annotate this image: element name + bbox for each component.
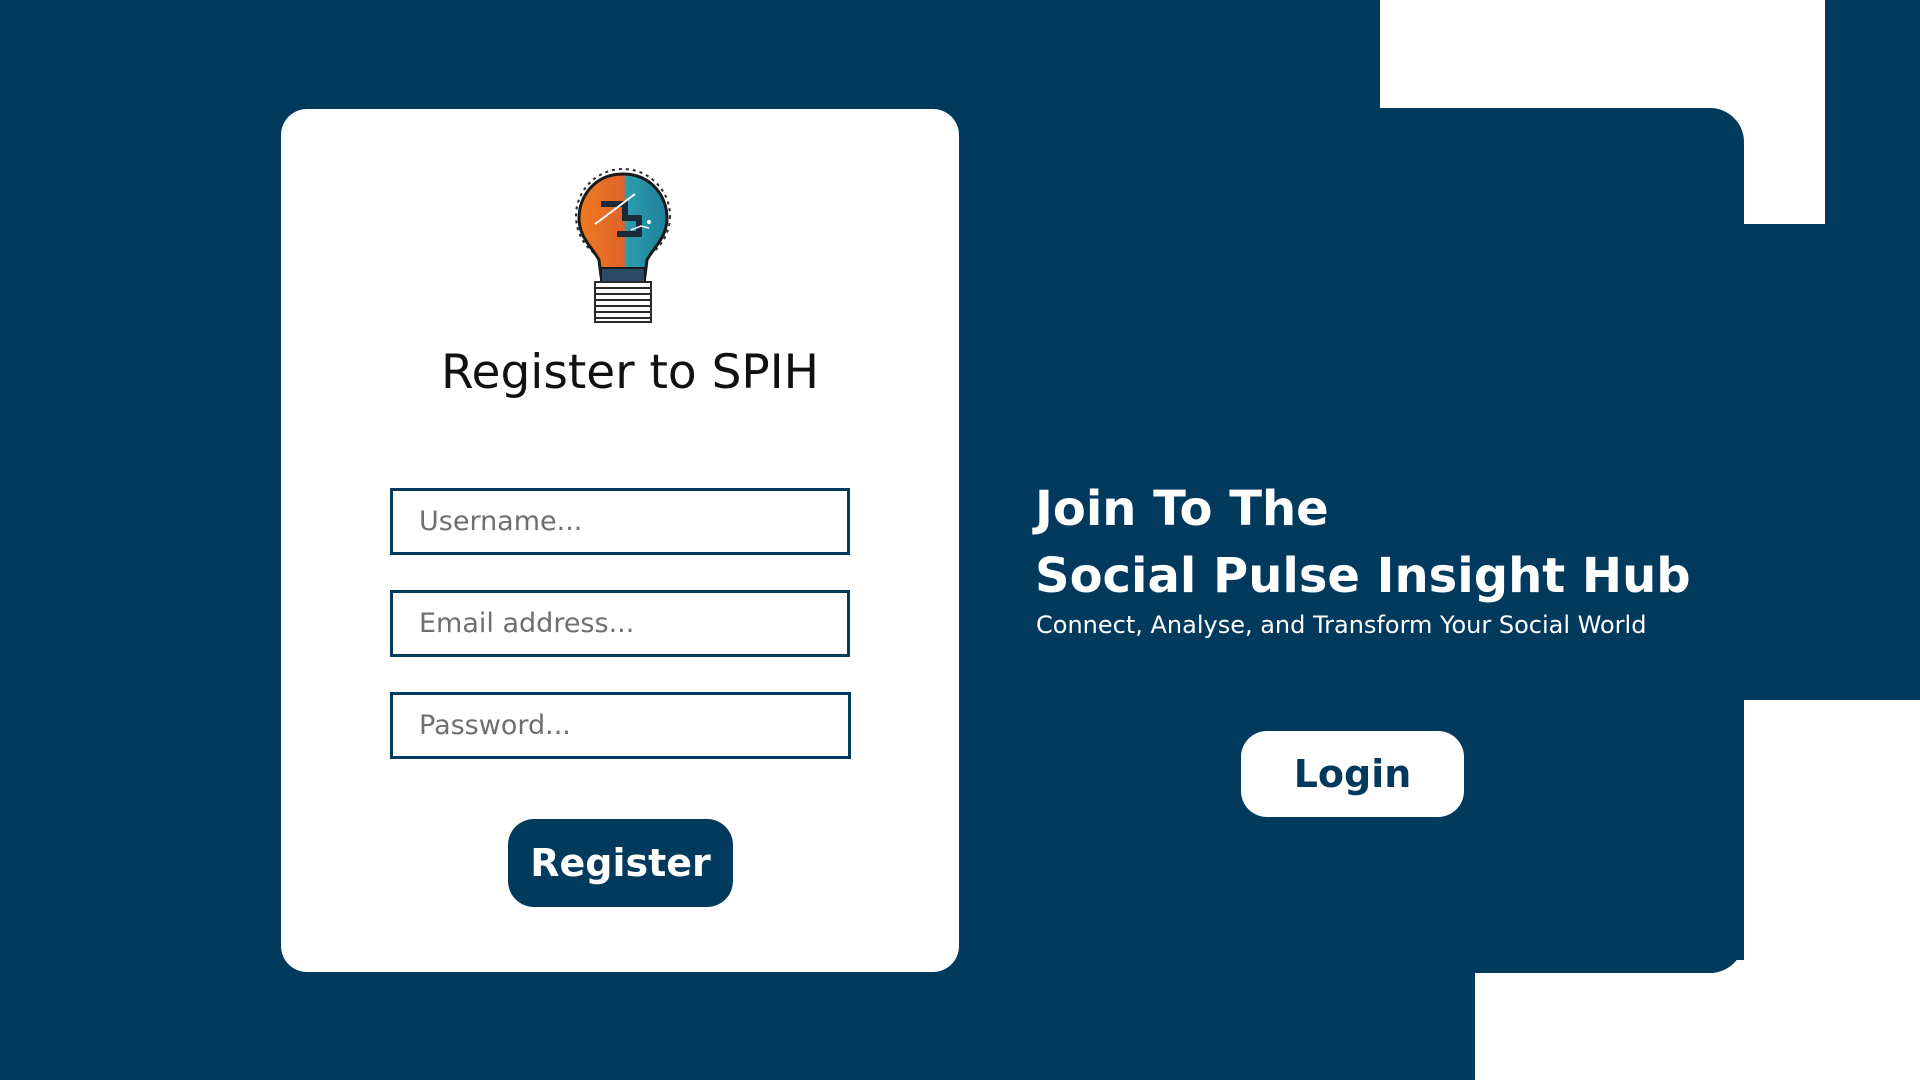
register-button[interactable]: Register [508,819,733,907]
headline-line-2: Social Pulse Insight Hub [1035,548,1691,604]
register-title: Register to SPIH [441,345,819,400]
lightbulb-logo-icon [565,164,681,326]
promo-subtitle: Connect, Analyse, and Transform Your Soc… [1036,611,1647,639]
password-input[interactable] [390,692,851,759]
email-input[interactable] [390,590,850,657]
username-input[interactable] [390,488,850,555]
headline-line-1: Join To The [1035,481,1329,537]
decor-block-bottom [1475,960,1920,1080]
login-button[interactable]: Login [1241,731,1464,817]
